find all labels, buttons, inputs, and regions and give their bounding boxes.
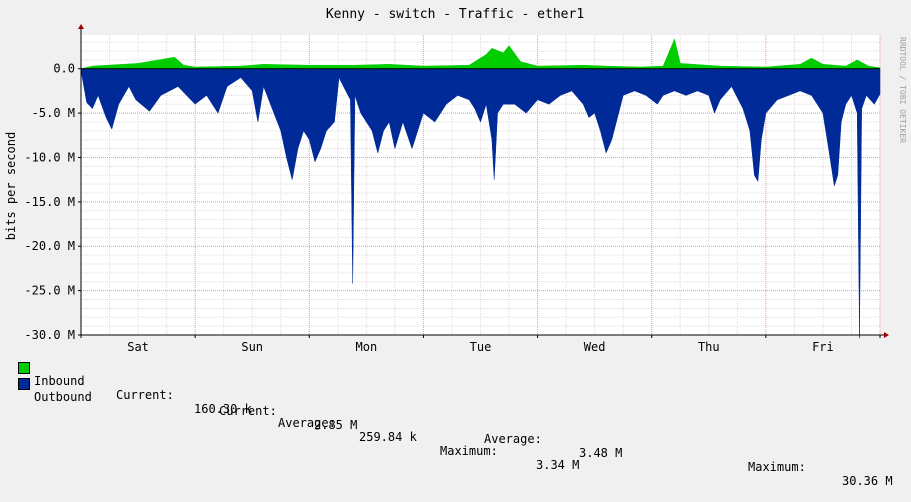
outbound-swatch xyxy=(18,378,30,390)
y-tick-label: -15.0 M xyxy=(24,195,75,209)
x-axis-arrow xyxy=(884,332,889,338)
legend-inbound-maximum: 3.34 M xyxy=(536,458,580,472)
legend-inbound-average: 259.84 k xyxy=(359,430,417,444)
x-tick-label: Sun xyxy=(241,340,263,354)
x-tick-label: Tue xyxy=(470,340,492,354)
inbound-swatch xyxy=(18,362,30,374)
y-tick-label: -20.0 M xyxy=(24,239,75,253)
y-tick-label: -30.0 M xyxy=(24,328,75,342)
legend-outbound-current-label: Current: xyxy=(219,404,277,418)
y-tick-label: -25.0 M xyxy=(24,284,75,298)
rrdtool-watermark: RRDTOOL / TOBI OETIKER xyxy=(898,37,907,143)
x-tick-label: Sat xyxy=(127,340,149,354)
x-tick-label: Fri xyxy=(812,340,834,354)
chart-title: Kenny - switch - Traffic - ether1 xyxy=(326,7,584,22)
x-tick-label: Wed xyxy=(584,340,606,354)
chart-canvas: Kenny - switch - Traffic - ether1 bits p… xyxy=(0,0,911,488)
legend-inbound-maximum-label: Maximum: xyxy=(440,444,498,458)
y-tick-label: -5.0 M xyxy=(32,106,75,120)
y-axis-arrow xyxy=(78,24,84,29)
legend-outbound-name: Outbound xyxy=(34,390,92,404)
legend-outbound: Outbound Current: 2.85 M Average: 3.48 M… xyxy=(34,376,893,502)
traffic-chart: Kenny - switch - Traffic - ether1 bits p… xyxy=(4,7,907,354)
x-tick-label: Mon xyxy=(356,340,378,354)
x-tick-label: Thu xyxy=(698,340,720,354)
legend-outbound-average: 3.48 M xyxy=(579,446,623,460)
y-tick-label: 0.0 xyxy=(53,62,75,76)
y-tick-label: -10.0 M xyxy=(24,150,75,164)
legend-outbound-current: 2.85 M xyxy=(314,418,358,432)
y-axis-label: bits per second xyxy=(4,132,18,240)
legend-outbound-average-label: Average: xyxy=(484,432,542,446)
plot-area: 0.0 -5.0 M -10.0 M -15.0 M -20.0 M -25.0 M -30… xyxy=(24,24,889,354)
legend-outbound-maximum-label: Maximum: xyxy=(748,460,806,474)
legend-outbound-maximum: 30.36 M xyxy=(842,474,893,488)
